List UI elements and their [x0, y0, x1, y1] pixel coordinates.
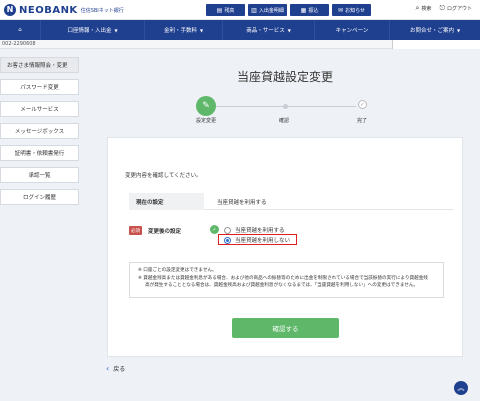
nav-rates[interactable]: 金利・手数料 ▼: [145, 20, 223, 40]
selection-highlight-box: [218, 234, 297, 245]
nav-campaign[interactable]: キャンペーン: [315, 20, 390, 40]
main-nav: ⌂ 口座情報・入出金 ▼ 金利・手数料 ▼ 商品・サービス ▼ キャンペーン お問合せ…: [0, 20, 480, 40]
logo-mark-icon: N: [4, 4, 16, 16]
top-header: N NEOBANK 住信SBIネット銀行 ▤ 残高 ▥ 入出金明細 ▦ 振込 ✉…: [0, 0, 480, 20]
notice-button[interactable]: ✉ お知らせ: [332, 4, 371, 16]
logo-text: NEOBANK: [19, 4, 78, 16]
sidebar-item-login-history[interactable]: ログイン履歴: [0, 189, 79, 205]
transfer-button[interactable]: ▦ 振込: [290, 4, 329, 16]
chevron-down-icon: ▼: [456, 27, 461, 33]
step-label-confirm: 確認: [279, 118, 290, 124]
statement-icon: ▥: [251, 6, 257, 14]
step-current-indicator: ✎: [196, 96, 216, 116]
sidebar-item-message-box[interactable]: メッセージボックス: [0, 123, 79, 139]
account-bar: 002-2290608: [0, 40, 480, 49]
step-confirm-dot: [283, 104, 288, 109]
sidebar-item-customer-info[interactable]: お客さま情報照会・変更: [0, 57, 79, 73]
chevron-left-icon: ‹: [106, 364, 110, 373]
logout-icon[interactable]: ⎋: [439, 4, 445, 13]
sidebar-item-certificates[interactable]: 証明書・依頼書発行: [0, 145, 79, 161]
step-complete-indicator: ✓: [358, 100, 367, 109]
mail-icon: ✉: [338, 6, 344, 14]
required-badge: 必須: [129, 226, 142, 235]
option-use-overdraft[interactable]: 当座貸越を利用する: [224, 226, 285, 234]
note-line: ※ 貸越金残高または貸越金利息がある場合、および他の商品への振替等のために出金を…: [138, 275, 428, 281]
search-link[interactable]: 検索: [421, 5, 431, 12]
sidebar-item-password[interactable]: パスワード変更: [0, 79, 79, 95]
balance-button[interactable]: ▤ 残高: [206, 4, 245, 16]
search-icon[interactable]: ⌕: [416, 4, 420, 13]
intro-text: 変更内容を確認してください。: [125, 173, 202, 179]
scroll-top-button[interactable]: ︽: [454, 381, 468, 395]
statement-button[interactable]: ▥ 入出金明細: [248, 4, 287, 16]
nav-home[interactable]: ⌂: [0, 20, 41, 40]
current-setting-row: 現在の設定 当座貸越を利用する: [129, 193, 454, 210]
chevron-down-icon: ▼: [287, 27, 291, 33]
step-label-edit: 設定変更: [196, 118, 217, 124]
account-bar-input[interactable]: [392, 40, 480, 49]
current-setting-label: 現在の設定: [129, 193, 204, 210]
current-setting-value: 当座貸越を利用する: [217, 200, 267, 206]
note-line: ※ 口座ごとの設定変更はできません。: [138, 268, 217, 273]
sidebar-item-mail-service[interactable]: メールサービス: [0, 101, 79, 117]
sidebar-item-approvals[interactable]: 承認一覧: [0, 167, 79, 183]
check-icon: ✓: [360, 101, 365, 108]
home-icon: ⌂: [18, 27, 22, 33]
nav-account[interactable]: 口座情報・入出金 ▼: [41, 20, 145, 40]
chevron-down-icon: ▼: [114, 27, 118, 33]
account-number: 002-2290608: [2, 41, 36, 47]
back-link[interactable]: ‹ 戻る: [106, 364, 125, 373]
notes-box: ※ 口座ごとの設定変更はできません。 ※ 貸越金残高または貸越金利息がある場合、…: [129, 262, 444, 298]
confirmation-card: 変更内容を確認してください。 現在の設定 当座貸越を利用する 必須 変更後の設定…: [107, 137, 463, 357]
page-title: 当座貸越設定変更: [236, 70, 333, 84]
balance-icon: ▤: [216, 6, 223, 14]
chevron-up-icon: ︽: [457, 384, 465, 392]
check-circle-icon: ✓: [210, 225, 219, 234]
confirm-button[interactable]: 確認する: [232, 318, 339, 338]
transfer-icon: ▦: [300, 6, 307, 14]
nav-support[interactable]: お問合せ・ご案内 ▼: [390, 20, 480, 40]
sidebar: お客さま情報照会・変更 パスワード変更 メールサービス メッセージボックス 証明…: [0, 57, 80, 211]
step-label-complete: 完了: [357, 118, 368, 124]
header-quick-buttons: ▤ 残高 ▥ 入出金明細 ▦ 振込 ✉ お知らせ: [206, 4, 374, 16]
header-utilities: ⌕ 検索 ⎋ ログアウト: [408, 4, 473, 13]
pencil-icon: ✎: [202, 101, 210, 111]
chevron-down-icon: ▼: [199, 27, 204, 33]
radio-use-overdraft[interactable]: [224, 226, 231, 234]
new-setting-label: 変更後の設定: [148, 229, 182, 235]
logo-subtitle: 住信SBIネット銀行: [80, 7, 124, 14]
nav-products[interactable]: 商品・サービス ▼: [223, 20, 315, 40]
note-line: 高が発生することとなる場合は、貸越金残高および貸越金利息がなくなるまでは、「当座…: [145, 283, 419, 288]
logo[interactable]: N NEOBANK 住信SBIネット銀行: [4, 4, 124, 16]
logout-link[interactable]: ログアウト: [447, 5, 472, 12]
